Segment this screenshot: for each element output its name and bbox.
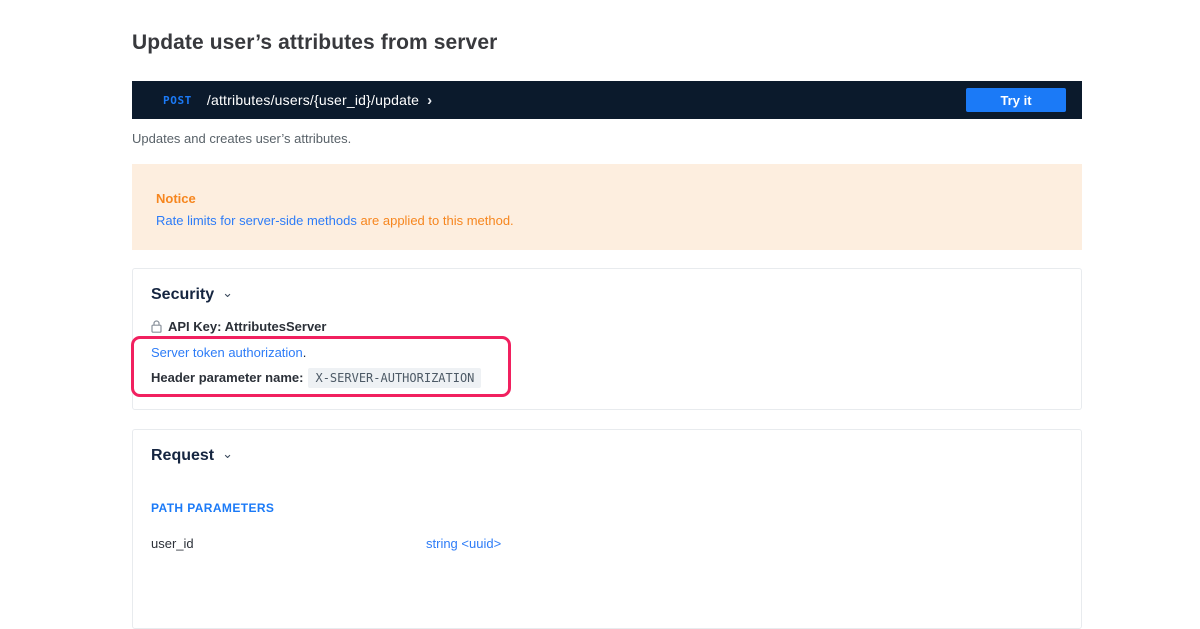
chevron-right-icon: › xyxy=(427,93,432,108)
path-parameters-label: PATH PARAMETERS xyxy=(151,502,1063,515)
notice-text: are applied to this method. xyxy=(357,213,514,228)
notice-callout: Notice Rate limits for server-side metho… xyxy=(132,164,1082,250)
server-token-authorization-link[interactable]: Server token authorization xyxy=(151,345,303,360)
endpoint-path-text: /attributes/users/{user_id}/update xyxy=(207,92,419,108)
parameter-name: user_id xyxy=(151,536,426,552)
request-card: Request ⌄ PATH PARAMETERS user_id string… xyxy=(132,429,1082,629)
security-section-toggle[interactable]: Security ⌄ xyxy=(151,285,233,305)
parameter-type: string <uuid> xyxy=(426,536,501,552)
header-param-value: X-SERVER-AUTHORIZATION xyxy=(308,368,481,388)
page-title: Update user’s attributes from server xyxy=(132,30,1082,56)
endpoint-bar: POST /attributes/users/{user_id}/update … xyxy=(132,81,1082,119)
docs-content: Update user’s attributes from server POS… xyxy=(132,0,1082,629)
chevron-down-icon: ⌄ xyxy=(222,444,233,464)
chevron-down-icon: ⌄ xyxy=(222,283,233,303)
auth-line-suffix: . xyxy=(303,345,307,360)
request-section-toggle[interactable]: Request ⌄ xyxy=(151,446,233,466)
security-card: Security ⌄ API Key: AttributesServer Ser… xyxy=(132,268,1082,410)
api-key-line: API Key: AttributesServer xyxy=(151,319,1063,334)
parameter-row: user_id string <uuid> xyxy=(151,536,1063,552)
endpoint-path[interactable]: /attributes/users/{user_id}/update › xyxy=(207,92,432,108)
try-it-button[interactable]: Try it xyxy=(966,88,1066,112)
notice-body: Rate limits for server-side methods are … xyxy=(156,213,1058,229)
auth-line: Server token authorization. xyxy=(151,345,498,361)
header-param-line: Header parameter name: X-SERVER-AUTHORIZA… xyxy=(151,368,498,388)
rate-limits-link[interactable]: Rate limits for server-side methods xyxy=(156,213,357,228)
http-method-badge: POST xyxy=(163,94,192,107)
header-param-label: Header parameter name: xyxy=(151,370,303,385)
annotation-highlight: Server token authorization. Header param… xyxy=(131,336,511,397)
request-heading-label: Request xyxy=(151,446,214,466)
endpoint-description: Updates and creates user’s attributes. xyxy=(132,131,1082,147)
lock-icon xyxy=(151,320,162,333)
notice-title: Notice xyxy=(156,191,1058,206)
api-key-label: API Key: AttributesServer xyxy=(168,319,326,334)
security-heading-label: Security xyxy=(151,285,214,305)
